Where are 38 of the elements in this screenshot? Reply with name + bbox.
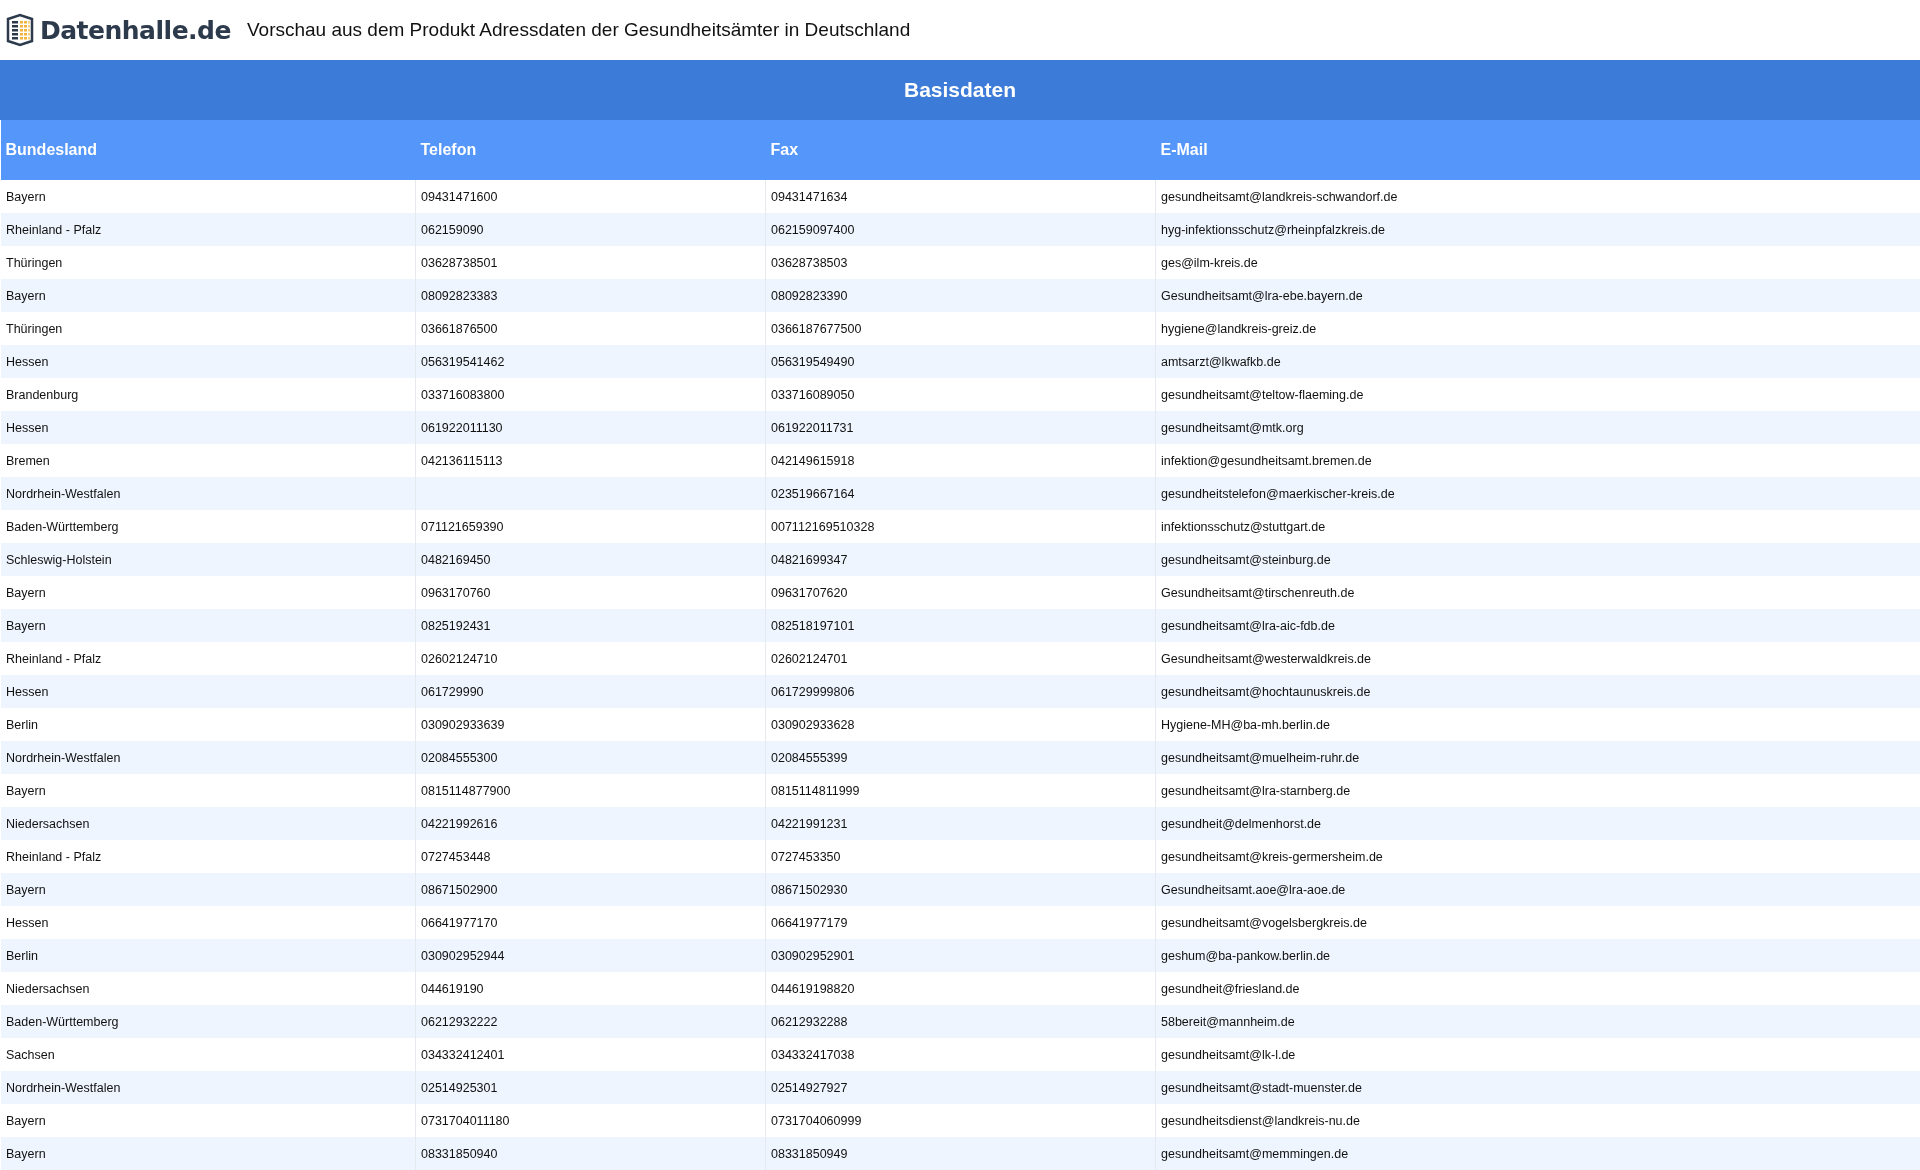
logo-icon [4, 13, 36, 47]
table-cell: 08331850940 [415, 1137, 766, 1170]
table-cell: Bayern [0, 1137, 416, 1170]
table-caption: Basisdaten [0, 60, 1920, 120]
table-cell: Nordrhein-Westfalen [0, 741, 416, 774]
column-header: E-Mail [1155, 120, 1920, 180]
table-cell: Bayern [0, 774, 416, 807]
table-cell: Thüringen [0, 246, 416, 279]
table-cell: Baden-Württemberg [0, 510, 416, 543]
table-cell: 08331850949 [765, 1137, 1156, 1170]
table-cell: gesundheitsamt@memmingen.de [1155, 1137, 1920, 1170]
table-cell: Nordrhein-Westfalen [0, 1071, 416, 1104]
table-cell: Bremen [0, 444, 416, 477]
table-cell: Bayern [0, 576, 416, 609]
table-cell: Nordrhein-Westfalen [0, 477, 416, 510]
table-cell: Niedersachsen [0, 807, 416, 840]
table-cell: Baden-Württemberg [0, 1005, 416, 1038]
table-cell: Bayern [0, 609, 416, 642]
table-cell: Bayern [0, 180, 416, 213]
table-cell: Schleswig-Holstein [0, 543, 416, 576]
table-cell: Brandenburg [0, 378, 416, 411]
table-cell: Bayern [0, 1104, 416, 1137]
column-header: Telefon [415, 120, 766, 180]
table-cell: Rheinland - Pfalz [0, 840, 416, 873]
column-header: Fax [765, 120, 1156, 180]
table-cell: Hessen [0, 906, 416, 939]
column-header: Bundesland [0, 120, 416, 180]
table-cell: Niedersachsen [0, 972, 416, 1005]
table-cell: Bayern [0, 873, 416, 906]
site-logo[interactable]: Datenhalle.de [40, 15, 231, 45]
page-title: Vorschau aus dem Produkt Adressdaten der Gesundheitsämter in Deutschland [246, 19, 911, 41]
table-cell: Hessen [0, 675, 416, 708]
table-cell: Rheinland - Pfalz [0, 642, 416, 675]
table-cell: Sachsen [0, 1038, 416, 1071]
table-cell: Berlin [0, 939, 416, 972]
table-cell: Hessen [0, 411, 416, 444]
table-cell: Berlin [0, 708, 416, 741]
table-cell: Thüringen [0, 312, 416, 345]
